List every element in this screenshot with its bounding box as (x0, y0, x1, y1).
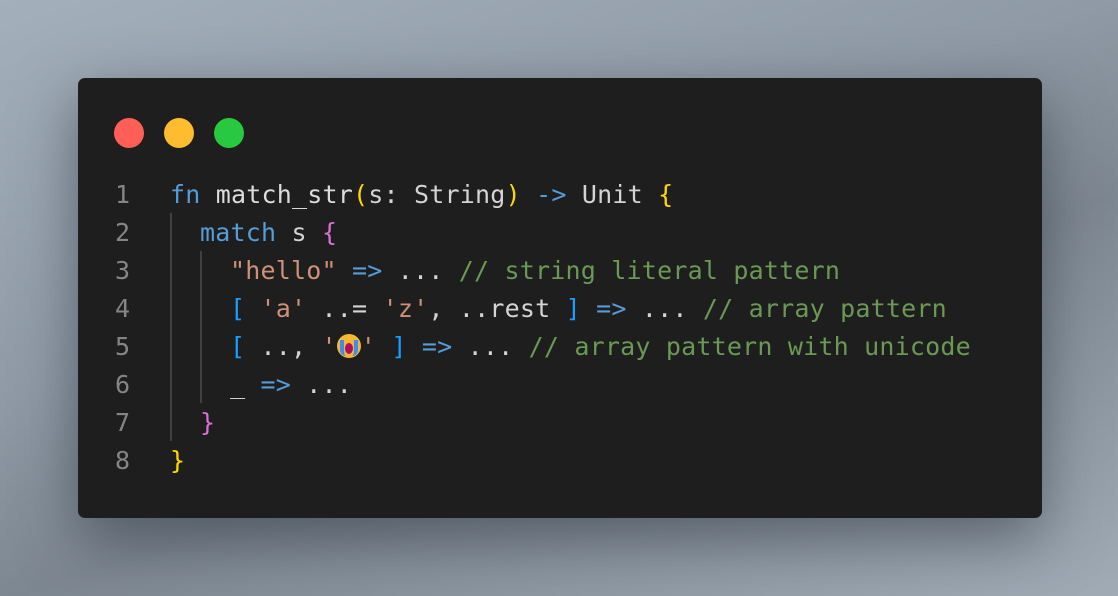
code-window: 1 fn match_str(s: String) -> Unit {2 match… (78, 78, 1042, 518)
code-token: .., (245, 332, 322, 361)
loudly-crying-face-emoji-icon (336, 334, 361, 358)
code-token: ... (641, 294, 703, 323)
code-token: s: String (368, 180, 506, 209)
window-controls (114, 118, 244, 148)
line-content: "hello" => ... // string literal pattern (230, 252, 840, 290)
code-line: 7} (78, 404, 1042, 442)
line-number: 2 (114, 218, 130, 247)
code-token: => (336, 256, 398, 285)
code-token: } (170, 446, 186, 475)
code-line: 6 _ => ... (78, 366, 1042, 404)
code-token: => (406, 332, 468, 361)
code-token: ] (565, 294, 581, 323)
code-token: ' (360, 332, 377, 361)
code-token: ( (353, 180, 369, 209)
minimize-dot-icon[interactable] (164, 118, 194, 148)
code-token: fn (170, 180, 201, 209)
line-number: 6 (114, 370, 130, 399)
line-number: 8 (114, 446, 130, 475)
code-token: ) (505, 180, 521, 209)
code-token: ... (306, 370, 353, 399)
code-token: ..= (306, 294, 383, 323)
code-token: _ (230, 370, 246, 399)
code-token: { (322, 218, 338, 247)
line-content: fn match_str(s: String) -> Unit { (170, 176, 673, 214)
line-content: [ 'a' ..= 'z', ..rest ] => ... // array … (230, 290, 947, 328)
code-token: } (200, 408, 216, 437)
code-line: 5 [ .., ' ' ] => ... // array pattern with… (78, 328, 1042, 366)
maximize-dot-icon[interactable] (214, 118, 244, 148)
line-number: 5 (114, 332, 130, 361)
code-block: 1 fn match_str(s: String) -> Unit {2 match… (78, 176, 1042, 480)
code-line: 8} (78, 442, 1042, 480)
line-number: 4 (114, 294, 130, 323)
code-token: ] (391, 332, 407, 361)
code-token: => (245, 370, 307, 399)
code-token: => (580, 294, 642, 323)
code-token: match_str (200, 180, 354, 209)
code-token: // array pattern with unicode (528, 332, 971, 361)
line-content: match s { (200, 214, 337, 252)
code-token: Unit (581, 180, 659, 209)
code-line: 2 match s { (78, 214, 1042, 252)
line-content: } (170, 442, 185, 480)
code-token: 'a' (260, 294, 307, 323)
line-number: 7 (114, 408, 130, 437)
code-line: 4 [ 'a' ..= 'z', ..rest ] => ... // array… (78, 290, 1042, 328)
code-token: -> (520, 180, 582, 209)
code-token: "hello" (230, 256, 337, 285)
code-token: [ (230, 294, 246, 323)
line-content: _ => ... (230, 366, 352, 404)
line-content: [ .., ' ' ] => ... // array pattern with … (230, 328, 971, 366)
code-token: { (658, 180, 674, 209)
code-token: // array pattern (702, 294, 947, 323)
code-token: 'z' (382, 294, 429, 323)
code-token: , ..rest (428, 294, 566, 323)
line-number: 3 (114, 256, 130, 285)
line-content: } (200, 404, 215, 442)
close-dot-icon[interactable] (114, 118, 144, 148)
code-token: ... (397, 256, 459, 285)
code-token: // string literal pattern (458, 256, 841, 285)
code-token: match (200, 218, 277, 247)
code-token: ... (467, 332, 529, 361)
code-line: 1 fn match_str(s: String) -> Unit { (78, 176, 1042, 214)
line-number: 1 (114, 180, 130, 209)
code-token: ' (321, 332, 337, 361)
code-line: 3 "hello" => ... // string literal patter… (78, 252, 1042, 290)
code-token: [ (230, 332, 246, 361)
code-token: s (276, 218, 323, 247)
